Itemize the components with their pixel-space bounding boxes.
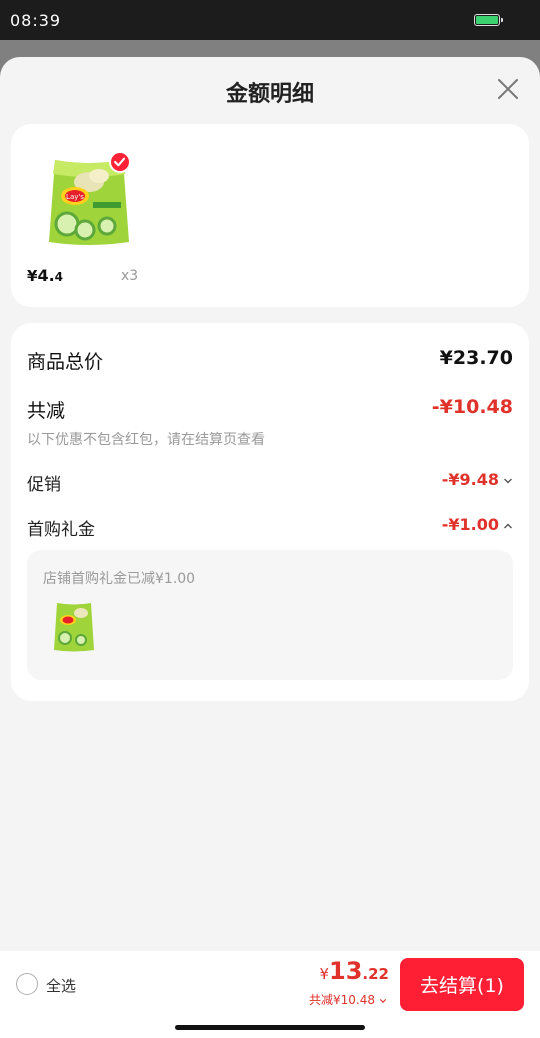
amount-detail-sheet: 金额明细 Lay's ¥4.4 x3 商品总价 ¥23.70 共减 -¥10.4… (0, 57, 540, 1038)
sheet-header: 金额明细 (0, 57, 540, 123)
product-price: ¥4.4 (27, 266, 64, 285)
status-time: 08:39 (10, 11, 62, 30)
promo-label: 促销 (27, 475, 61, 495)
checkout-bar: 全选 ¥13.22 共减¥10.48 去结算(1) (0, 951, 540, 1038)
total-reduce-value: -¥10.48 (431, 396, 513, 418)
chevron-down-icon[interactable] (503, 476, 513, 486)
status-bar: 08:39 (0, 0, 540, 40)
amount-detail-card: 商品总价 ¥23.70 共减 -¥10.48 以下优惠不包含红包，请在结算页查看… (11, 323, 529, 701)
battery-icon (474, 14, 503, 26)
radio-circle-icon[interactable] (16, 973, 38, 995)
promo-value: -¥9.48 (441, 470, 499, 489)
product-card: Lay's ¥4.4 x3 (11, 124, 529, 307)
select-all-label: 全选 (46, 977, 77, 995)
pay-reduce-toggle[interactable]: 共减¥10.48 (309, 991, 387, 1008)
total-price-value: ¥23.70 (439, 347, 513, 369)
chevron-down-icon (379, 998, 387, 1003)
sheet-title: 金额明细 (225, 82, 314, 107)
gift-product-image (54, 603, 94, 652)
close-icon[interactable] (496, 77, 520, 101)
home-indicator (175, 1025, 365, 1030)
gift-detail-box: 店铺首购礼金已减¥1.00 (27, 550, 513, 680)
pay-amount: ¥13.22 (319, 957, 389, 985)
pay-reduce-text: 共减¥10.48 (309, 993, 375, 1007)
chevron-up-icon[interactable] (503, 521, 513, 531)
svg-text:Lay's: Lay's (66, 193, 84, 201)
reduce-note: 以下优惠不包含红包，请在结算页查看 (27, 432, 265, 448)
checkout-button[interactable]: 去结算(1) (400, 958, 524, 1011)
total-reduce-label: 共减 (27, 400, 66, 422)
gift-label: 首购礼金 (27, 520, 95, 540)
selected-check-icon[interactable] (109, 151, 131, 173)
product-quantity: x3 (121, 268, 139, 284)
gift-box-text: 店铺首购礼金已减¥1.00 (43, 571, 196, 587)
total-price-label: 商品总价 (27, 351, 104, 373)
gift-value: -¥1.00 (441, 515, 499, 534)
